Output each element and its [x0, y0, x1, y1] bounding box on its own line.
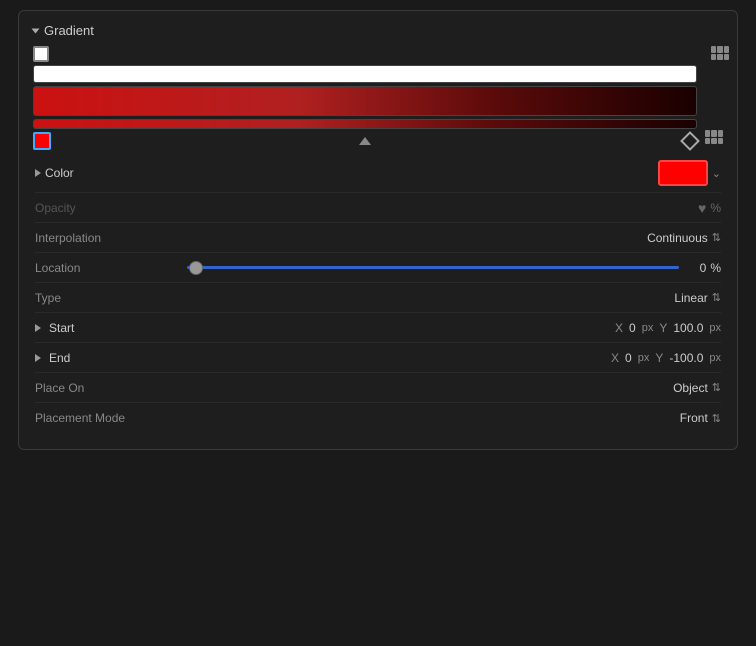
- start-y-label: Y: [659, 321, 667, 335]
- color-value: ⌄: [658, 160, 721, 186]
- end-label: End: [49, 351, 189, 365]
- collapse-icon[interactable]: [32, 28, 40, 33]
- opacity-property-row: Opacity ♥ %: [35, 193, 721, 223]
- start-triangle-icon: [35, 324, 41, 332]
- interpolation-chevron[interactable]: ⇅: [712, 231, 721, 244]
- place-on-property-row: Place On Object ⇅: [35, 373, 721, 403]
- start-y-unit: px: [709, 322, 721, 334]
- gradient-handle-right[interactable]: [680, 131, 700, 151]
- place-on-label: Place On: [35, 381, 175, 395]
- opacity-percent: %: [710, 201, 721, 215]
- section-header: Gradient: [19, 23, 737, 46]
- start-x-value[interactable]: 0: [629, 321, 636, 335]
- start-x-label: X: [615, 321, 623, 335]
- color-label: Color: [45, 166, 185, 180]
- start-property-row: Start X 0 px Y 100.0 px: [35, 313, 721, 343]
- interpolation-property-row: Interpolation Continuous ⇅: [35, 223, 721, 253]
- interpolation-value[interactable]: Continuous ⇅: [647, 231, 721, 245]
- place-on-text: Object: [673, 381, 708, 395]
- end-xy-group: X 0 px Y -100.0 px: [611, 351, 721, 365]
- placement-mode-text: Front: [680, 411, 708, 425]
- location-value: 0 %: [691, 261, 721, 275]
- location-unit: %: [710, 261, 721, 275]
- color-swatch[interactable]: [658, 160, 708, 186]
- right-icon-bottom[interactable]: [705, 130, 723, 144]
- end-y-value[interactable]: -100.0: [669, 351, 703, 365]
- placement-mode-property-row: Placement Mode Front ⇅: [35, 403, 721, 433]
- right-icon-top[interactable]: [711, 46, 729, 60]
- white-gradient-bar[interactable]: [33, 65, 697, 83]
- interpolation-label: Interpolation: [35, 231, 175, 245]
- location-property-row: Location 0 %: [35, 253, 721, 283]
- section-title: Gradient: [44, 23, 94, 38]
- gradient-handle-up[interactable]: [359, 137, 371, 145]
- location-slider[interactable]: [187, 260, 679, 276]
- expand-triangle-icon: [35, 169, 41, 177]
- color-chevron[interactable]: ⌄: [712, 167, 721, 180]
- placement-mode-value[interactable]: Front ⇅: [680, 411, 721, 425]
- properties-section: Color ⌄ Opacity ♥ % Interpolation Contin…: [19, 154, 737, 433]
- start-x-unit: px: [642, 322, 654, 334]
- thin-gradient-bar[interactable]: [33, 119, 697, 129]
- gradient-panel: Gradient: [18, 10, 738, 450]
- end-y-label: Y: [655, 351, 663, 365]
- start-expand[interactable]: Start: [35, 321, 189, 335]
- place-on-chevron[interactable]: ⇅: [712, 381, 721, 394]
- end-y-unit: px: [709, 352, 721, 364]
- placement-mode-chevron[interactable]: ⇅: [712, 412, 721, 425]
- placement-mode-label: Placement Mode: [35, 411, 175, 425]
- color-property-row: Color ⌄: [35, 154, 721, 193]
- end-property-row: End X 0 px Y -100.0 px: [35, 343, 721, 373]
- interpolation-text: Continuous: [647, 231, 708, 245]
- type-chevron[interactable]: ⇅: [712, 291, 721, 304]
- start-y-value[interactable]: 100.0: [673, 321, 703, 335]
- opacity-label: Opacity: [35, 201, 175, 215]
- opacity-value: ♥ %: [698, 200, 721, 216]
- end-x-value[interactable]: 0: [625, 351, 632, 365]
- place-on-value[interactable]: Object ⇅: [673, 381, 721, 395]
- type-text: Linear: [674, 291, 707, 305]
- end-x-unit: px: [638, 352, 650, 364]
- color-expand[interactable]: Color: [35, 166, 185, 180]
- heart-icon: ♥: [698, 200, 706, 216]
- location-label: Location: [35, 261, 175, 275]
- type-value[interactable]: Linear ⇅: [674, 291, 721, 305]
- type-label: Type: [35, 291, 175, 305]
- start-xy-group: X 0 px Y 100.0 px: [615, 321, 721, 335]
- end-x-label: X: [611, 351, 619, 365]
- type-property-row: Type Linear ⇅: [35, 283, 721, 313]
- color-stop-white[interactable]: [33, 46, 49, 62]
- start-label: Start: [49, 321, 189, 335]
- end-expand[interactable]: End: [35, 351, 189, 365]
- main-gradient-bar[interactable]: [33, 86, 697, 116]
- color-stop-red[interactable]: [33, 132, 51, 150]
- end-triangle-icon: [35, 354, 41, 362]
